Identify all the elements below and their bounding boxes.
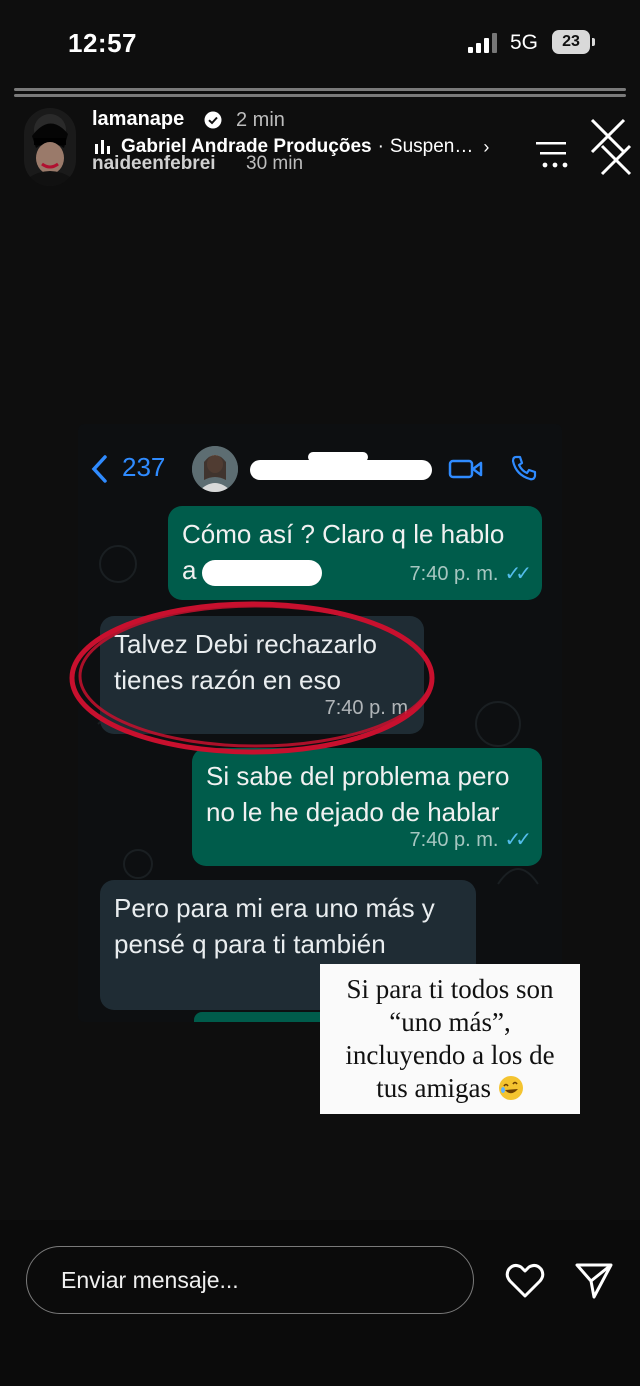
redaction-mark xyxy=(308,452,368,462)
message-meta: 7:40 p. m. ✓✓ xyxy=(409,556,532,592)
status-bar: 12:57 5G 23 xyxy=(0,0,640,86)
chevron-right-icon: › xyxy=(483,136,490,157)
message-text: a xyxy=(182,555,197,585)
message-time: 7:40 p. m. xyxy=(409,563,499,585)
back-count: 237 xyxy=(122,452,166,482)
read-receipt-icon: ✓✓ xyxy=(504,829,531,851)
story-progress xyxy=(14,88,626,97)
message-meta: 7:40 p. m. ✓✓ xyxy=(409,822,532,858)
sticker-line-last: tus amigas xyxy=(320,1072,580,1105)
sticker-line: Si para ti todos son xyxy=(346,974,554,1004)
sticker-line: tus amigas xyxy=(376,1073,491,1103)
highlight-circle xyxy=(69,601,435,755)
ellipsis-icon[interactable] xyxy=(536,132,576,172)
close-icon[interactable] xyxy=(586,114,632,178)
story-text-sticker[interactable]: Si para ti todos son “uno más”, incluyen… xyxy=(320,964,580,1114)
video-call-icon xyxy=(448,459,483,479)
message-bubble-outgoing: Cómo así ? Claro q le hablo a 7:40 p. m.… xyxy=(168,506,542,600)
laughing-emoji-icon xyxy=(498,1076,523,1100)
reply-bar xyxy=(0,1220,640,1386)
network-type: 5G xyxy=(510,31,539,54)
story-username[interactable]: lamanape xyxy=(92,108,184,131)
verified-badge-icon xyxy=(204,111,222,129)
story-header: lamanape 2 min Gabriel Andrade Produções… xyxy=(0,100,640,190)
story-time: 2 min xyxy=(236,109,285,131)
sticker-line: incluyendo a los de xyxy=(345,1040,555,1070)
phone-call-icon xyxy=(511,455,537,481)
read-receipt-icon: ✓✓ xyxy=(504,563,531,585)
send-icon[interactable] xyxy=(574,1260,614,1300)
music-subtitle: Suspen… xyxy=(389,136,474,157)
redacted-contact-name xyxy=(250,460,432,480)
heart-icon[interactable] xyxy=(504,1260,546,1300)
signal-icon xyxy=(468,33,498,53)
contact-avatar xyxy=(192,446,238,492)
clock: 12:57 xyxy=(68,28,137,58)
music-separator: · xyxy=(377,136,384,157)
message-text: Si sabe del problema pero xyxy=(206,761,510,791)
chevron-left-icon xyxy=(91,455,107,483)
story-time-secondary: 30 min xyxy=(246,153,304,174)
battery-icon: 23 xyxy=(552,30,595,54)
message-text: pensé q para ti también xyxy=(114,929,386,959)
message-bubble-outgoing: Si sabe del problema pero no le he dejad… xyxy=(192,748,542,866)
message-time: 7:40 p. m. xyxy=(409,829,499,851)
chat-header: 237 xyxy=(78,424,562,506)
avatar[interactable] xyxy=(24,108,76,186)
message-text: Pero para mi era uno más y xyxy=(114,893,435,923)
redacted-name xyxy=(202,560,322,586)
sticker-line: “uno más”, xyxy=(389,1007,511,1037)
message-text: Cómo así ? Claro q le hablo xyxy=(182,519,505,549)
message-input[interactable] xyxy=(26,1246,474,1314)
story-username-secondary[interactable]: naideenfebrei xyxy=(92,153,216,175)
music-bars-icon xyxy=(95,140,111,154)
